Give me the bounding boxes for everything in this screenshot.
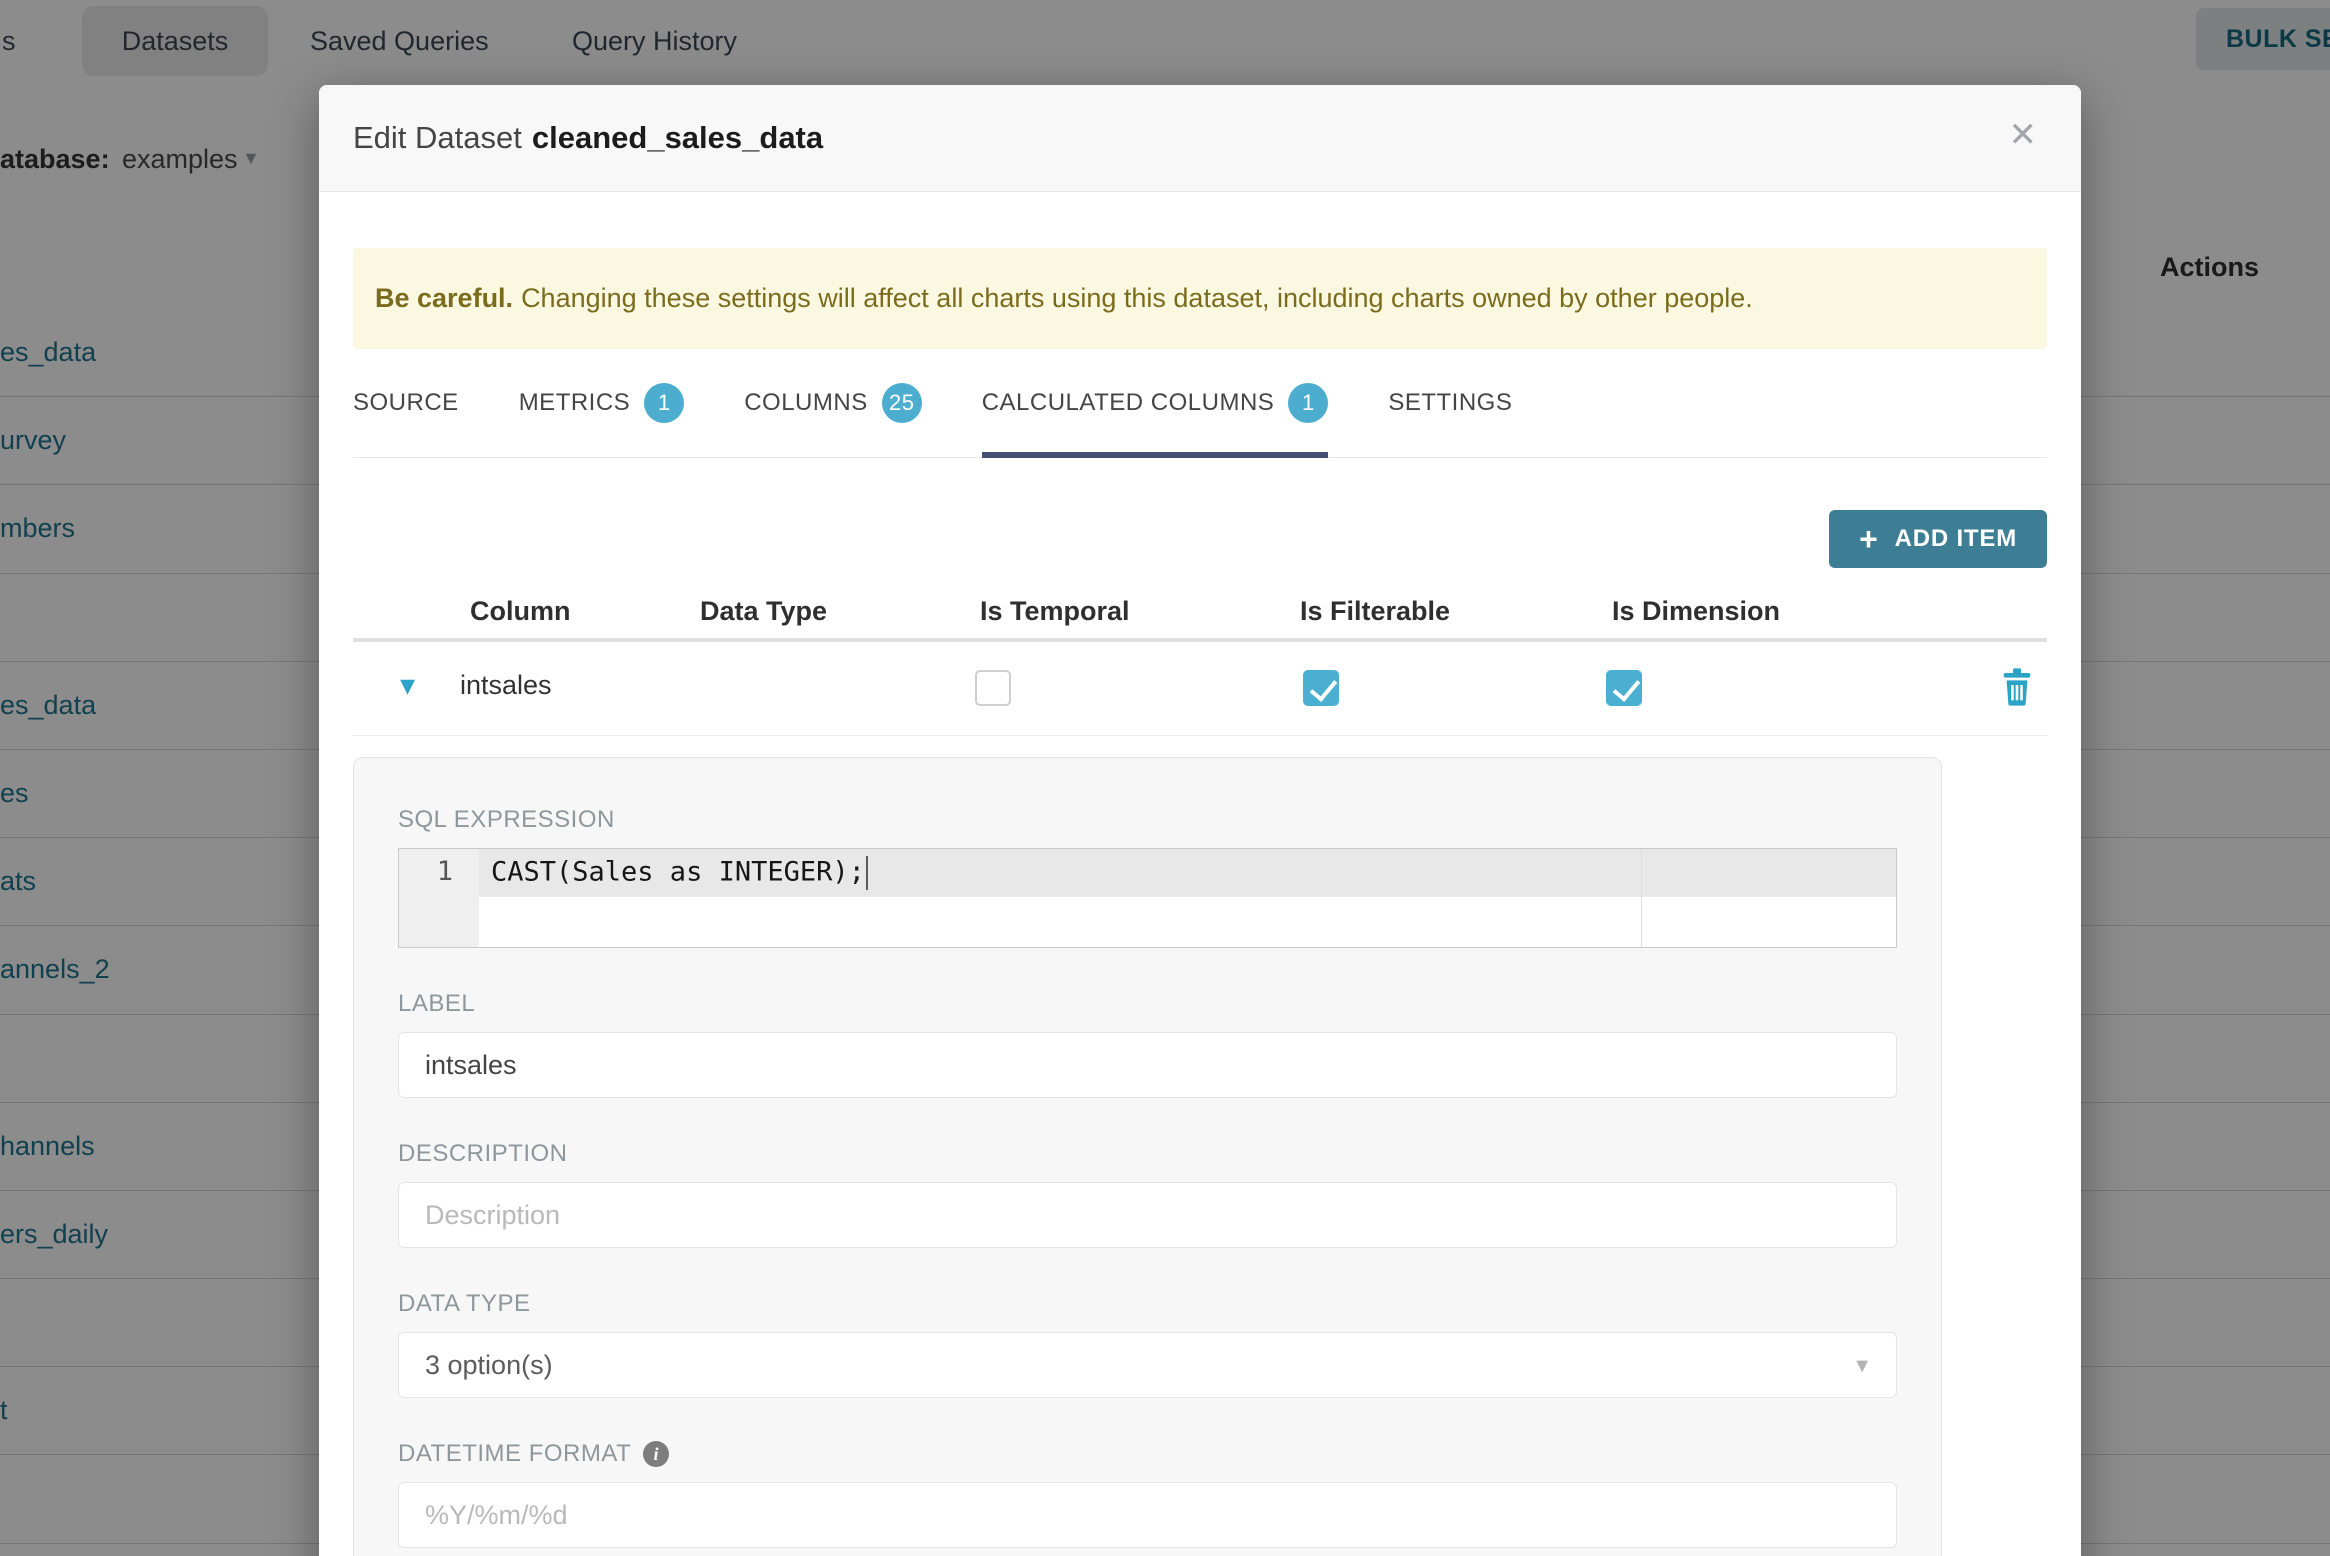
modal-title-prefix: Edit Dataset (353, 120, 522, 155)
sql-code-line: CAST(Sales as INTEGER); (491, 856, 868, 890)
tab-label: SOURCE (353, 389, 459, 416)
line-number: 1 (436, 856, 453, 887)
text-cursor (865, 856, 868, 890)
chevron-down-icon: ▼ (1852, 1355, 1872, 1377)
warning-banner: Be careful. Changing these settings will… (353, 248, 2047, 349)
screen: s Datasets Saved Queries Query History B… (0, 0, 2330, 1556)
calculated-columns-table-header: Column Data Type Is Temporal Is Filterab… (353, 584, 2047, 642)
data-type-field-label: DATA TYPE (398, 1290, 531, 1317)
tab-label: METRICS (518, 389, 631, 416)
modal-body: Be careful. Changing these settings will… (319, 248, 2081, 1556)
calculated-column-name: intsales (460, 670, 552, 700)
tab-metrics[interactable]: METRICS 1 (519, 379, 685, 457)
datetime-format-field-label: DATETIME FORMAT i (398, 1440, 1897, 1468)
trash-icon[interactable] (2001, 668, 2033, 711)
collapse-caret-icon[interactable]: ▾ (400, 668, 415, 703)
add-item-row: + ADD ITEM (353, 510, 2047, 568)
sql-expression-editor[interactable]: 1 CAST(Sales as INTEGER); (398, 848, 1897, 948)
datetime-format-section: DATETIME FORMAT i (398, 1440, 1897, 1548)
column-header-is-temporal: Is Temporal (980, 596, 1130, 626)
add-item-button[interactable]: + ADD ITEM (1829, 510, 2047, 568)
modal-header: Edit Dataset cleaned_sales_data ✕ (319, 85, 2081, 192)
datetime-format-input[interactable] (398, 1482, 1897, 1548)
data-type-select[interactable]: 3 option(s) ▼ (398, 1332, 1897, 1398)
count-badge: 1 (1288, 383, 1329, 423)
sql-expression-label: SQL EXPRESSION (398, 806, 615, 833)
modal-title: Edit Dataset cleaned_sales_data (353, 120, 823, 156)
tab-label: CALCULATED COLUMNS (981, 389, 1275, 416)
description-section: DESCRIPTION (398, 1140, 1897, 1248)
add-item-label: ADD ITEM (1894, 525, 2017, 552)
close-icon[interactable]: ✕ (2009, 115, 2038, 155)
tab-calculated-columns[interactable]: CALCULATED COLUMNS 1 (981, 379, 1329, 458)
description-input[interactable] (398, 1182, 1897, 1248)
sql-expression-section: SQL EXPRESSION 1 CAST(Sales as INTEGER); (398, 806, 1897, 948)
column-header-is-dimension: Is Dimension (1612, 596, 1781, 626)
modal-tabs: SOURCE METRICS 1 COLUMNS 25 CALCULATED C… (353, 379, 2047, 458)
warning-bold-text: Be careful. (375, 283, 514, 313)
data-type-section: DATA TYPE 3 option(s) ▼ (398, 1290, 1897, 1398)
is-dimension-checkbox[interactable] (1606, 670, 1642, 706)
modal-title-dataset-name: cleaned_sales_data (531, 120, 824, 155)
info-icon[interactable]: i (643, 1441, 670, 1467)
editor-print-margin (1641, 849, 1642, 947)
count-badge: 1 (644, 383, 685, 423)
tab-label: SETTINGS (1388, 389, 1513, 416)
is-temporal-checkbox[interactable] (975, 670, 1011, 706)
count-badge: 25 (881, 383, 922, 423)
label-input[interactable] (398, 1032, 1897, 1098)
column-header-data-type: Data Type (700, 596, 828, 626)
is-filterable-checkbox[interactable] (1303, 670, 1339, 706)
calculated-column-detail-panel: SQL EXPRESSION 1 CAST(Sales as INTEGER);… (353, 757, 1942, 1556)
label-section: LABEL (398, 990, 1897, 1098)
label-field-label: LABEL (398, 990, 476, 1017)
editor-gutter: 1 (399, 849, 479, 947)
plus-icon: + (1859, 521, 1879, 557)
tab-label: COLUMNS (744, 389, 868, 416)
tab-settings[interactable]: SETTINGS (1388, 379, 1512, 457)
sql-code-text: CAST(Sales as INTEGER); (491, 856, 865, 888)
calculated-column-row: ▾ intsales (353, 642, 2047, 736)
tab-columns[interactable]: COLUMNS 25 (744, 379, 922, 457)
data-type-selected-value: 3 option(s) (425, 1349, 553, 1380)
description-field-label: DESCRIPTION (398, 1140, 568, 1167)
tab-source[interactable]: SOURCE (353, 379, 459, 457)
edit-dataset-modal: Edit Dataset cleaned_sales_data ✕ Be care… (319, 85, 2081, 1556)
warning-text: Changing these settings will affect all … (521, 283, 1753, 313)
column-header-is-filterable: Is Filterable (1300, 596, 1451, 626)
datetime-format-label-text: DATETIME FORMAT (398, 1440, 632, 1467)
column-header-column: Column (470, 596, 571, 626)
